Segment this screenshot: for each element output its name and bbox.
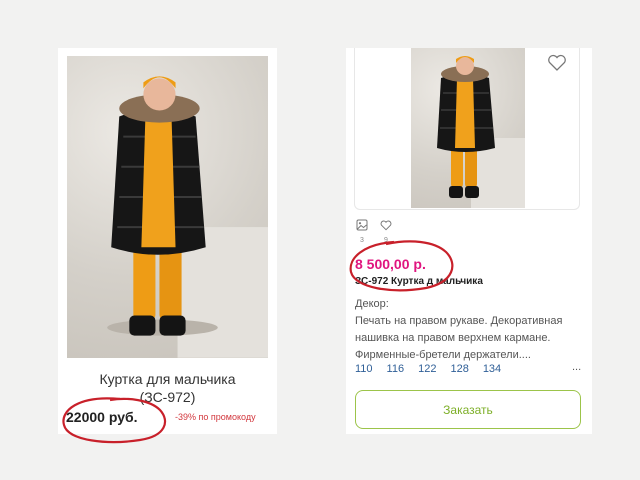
heart-outline-icon [380,220,392,231]
product-card-left[interactable]: Куртка для мальчика (ЗС-972) 22000 руб. … [58,48,277,444]
size-list: 110 116 122 128 134 [355,363,587,375]
size-option[interactable]: 116 [387,363,405,375]
description-line: Печать на правом рукаве. Декоративная [355,315,563,327]
description-line: нашивка на правом верхнем кармане. [355,332,551,344]
boy-in-jacket-image [107,76,268,358]
description-line: Декор: [355,298,389,310]
product-price: 8 500,00 р. [355,256,426,272]
more-sizes[interactable]: ... [572,361,581,373]
size-option[interactable]: 110 [355,363,373,375]
product-sku: (ЗС-972) [139,389,196,405]
product-title[interactable]: Куртка для мальчика [58,370,277,389]
boy-in-jacket-image [437,56,525,208]
wishlist-heart-icon[interactable] [547,54,567,72]
like-count[interactable]: 9 [379,218,393,244]
photo-count[interactable]: 3 [355,218,369,244]
product-photo[interactable] [411,48,525,208]
promo-discount-label: -39% по промокоду [175,412,256,422]
product-description: Декор: Печать на правом рукаве. Декорати… [355,296,587,364]
product-photo[interactable] [67,56,268,358]
photo-count-value: 3 [360,237,364,244]
description-line: Фирменные-бретели держатели.... [355,349,531,361]
like-count-value: 9 [384,237,388,244]
size-option[interactable]: 122 [418,363,436,375]
size-option[interactable]: 128 [450,363,468,375]
product-price: 22000 руб. [66,409,138,425]
image-icon [356,219,368,231]
order-button[interactable]: Заказать [355,390,581,429]
product-card-right[interactable]: 3 9 8 500,00 р. ЗС-972 Куртка д мальчика… [346,48,592,434]
product-title[interactable]: ЗС-972 Куртка д мальчика [355,276,483,287]
size-option[interactable]: 134 [483,363,501,375]
